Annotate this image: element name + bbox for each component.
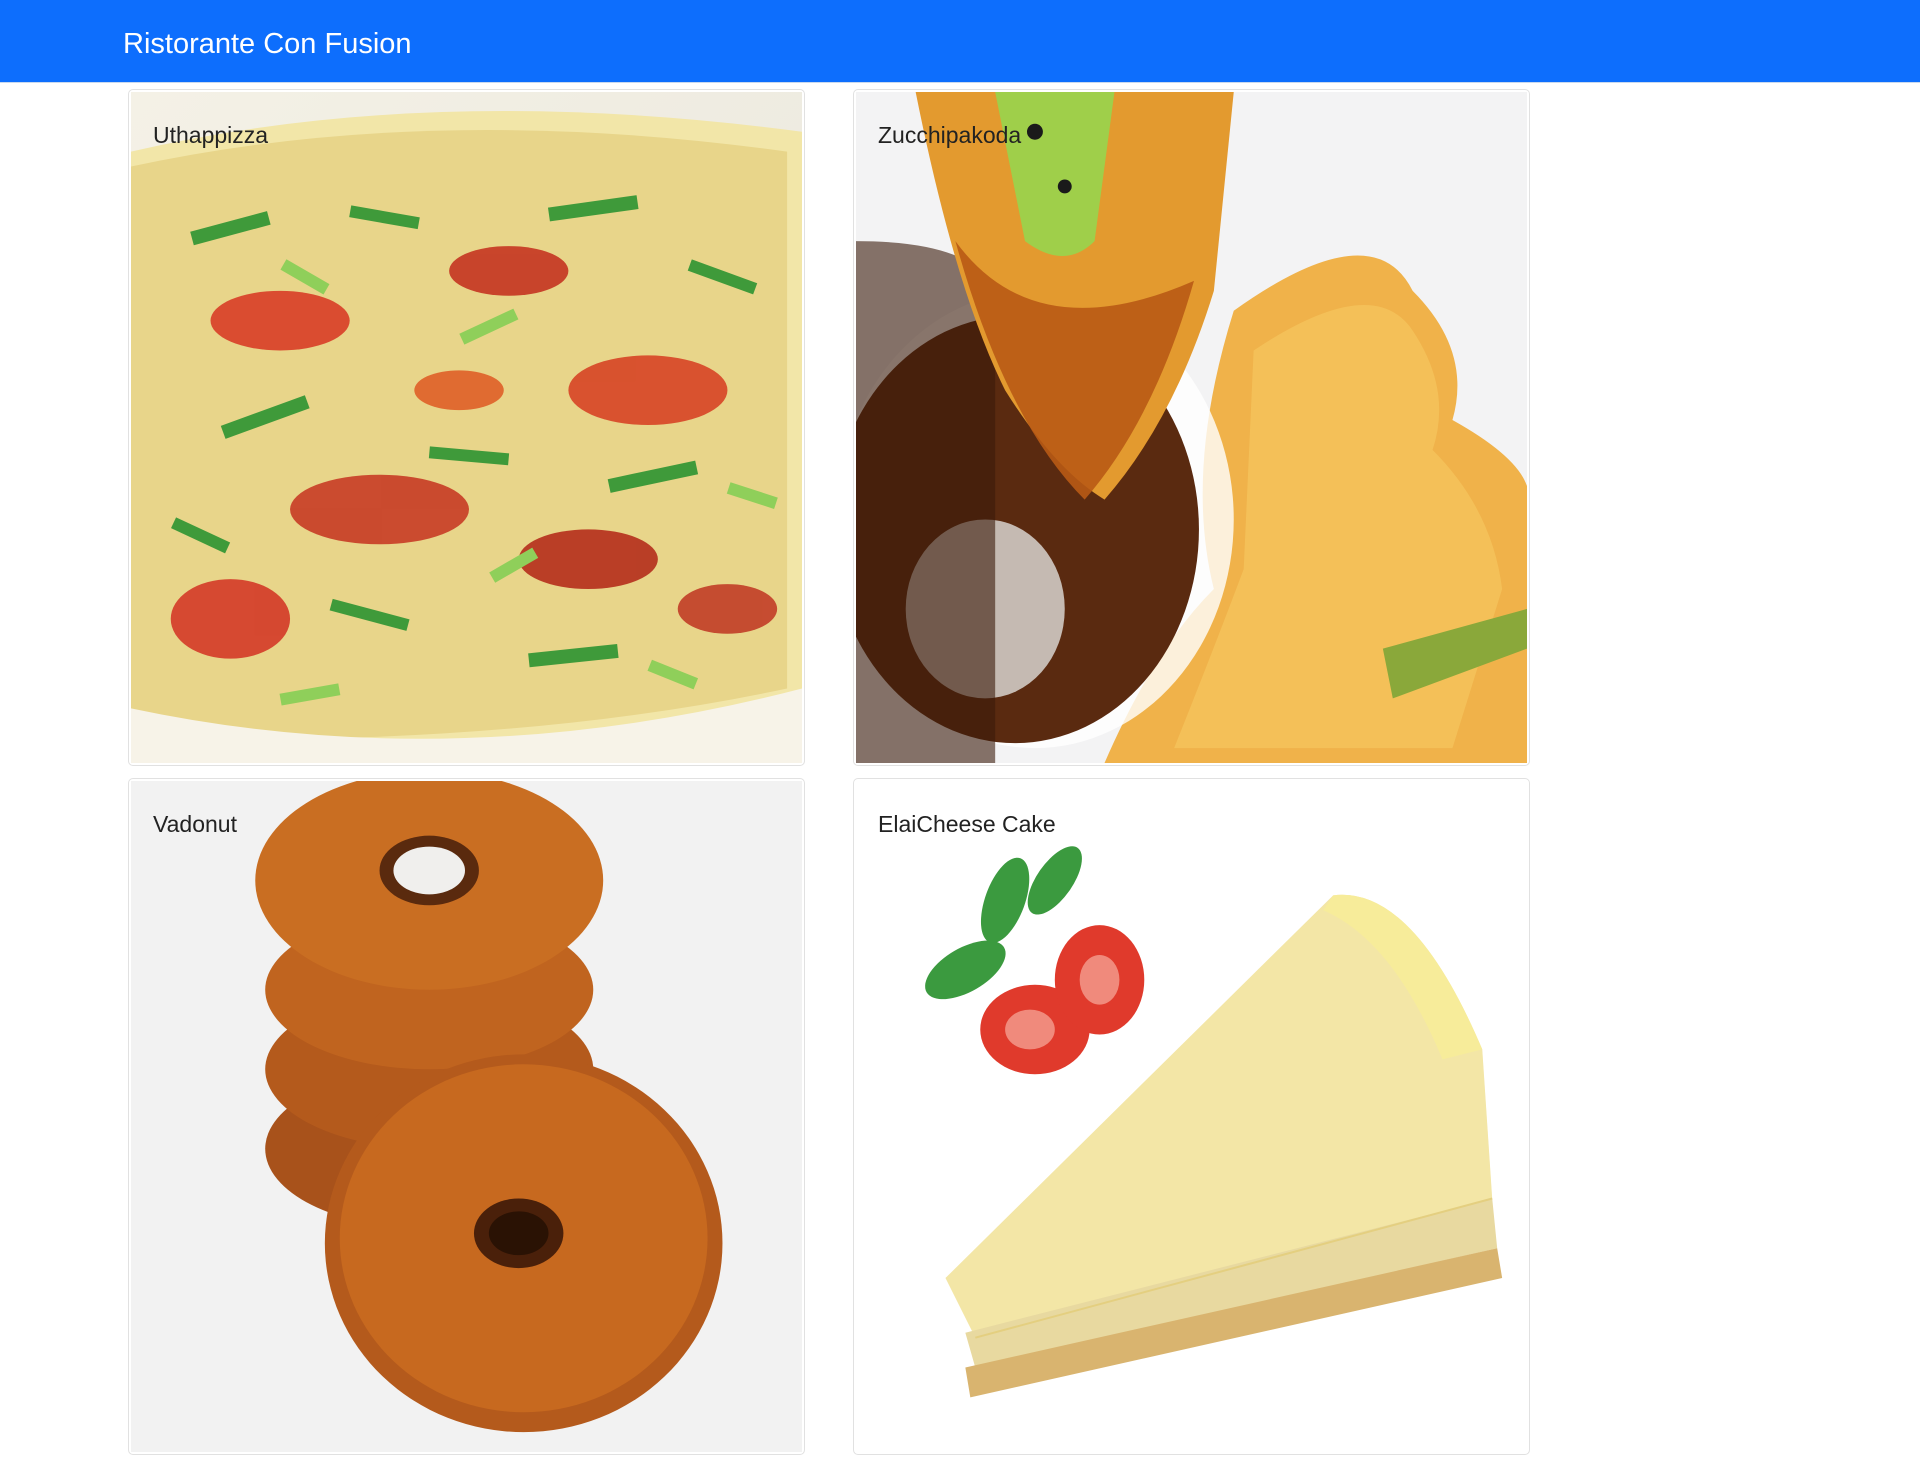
- zucchipakoda-image: [856, 92, 1527, 763]
- uthappizza-image: [131, 92, 802, 763]
- dish-name: Zucchipakoda: [878, 122, 1022, 148]
- dish-card-zucchipakoda[interactable]: Zucchipakoda: [853, 89, 1530, 766]
- vadonut-image: [131, 781, 802, 1452]
- dish-card-elaicheese-cake[interactable]: ElaiCheese Cake: [853, 778, 1530, 1455]
- menu-grid: Uthappizza Zucchipakoda Vadonut ElaiChee…: [128, 89, 1530, 1455]
- dish-card-uthappizza[interactable]: Uthappizza: [128, 89, 805, 766]
- elaicheese-cake-image: [856, 781, 1527, 1452]
- navbar-brand[interactable]: Ristorante Con Fusion: [123, 24, 412, 64]
- dish-name: ElaiCheese Cake: [878, 811, 1056, 837]
- dish-name: Vadonut: [153, 811, 237, 837]
- navbar: Ristorante Con Fusion: [0, 0, 1920, 83]
- dish-name: Uthappizza: [153, 122, 269, 148]
- dish-card-vadonut[interactable]: Vadonut: [128, 778, 805, 1455]
